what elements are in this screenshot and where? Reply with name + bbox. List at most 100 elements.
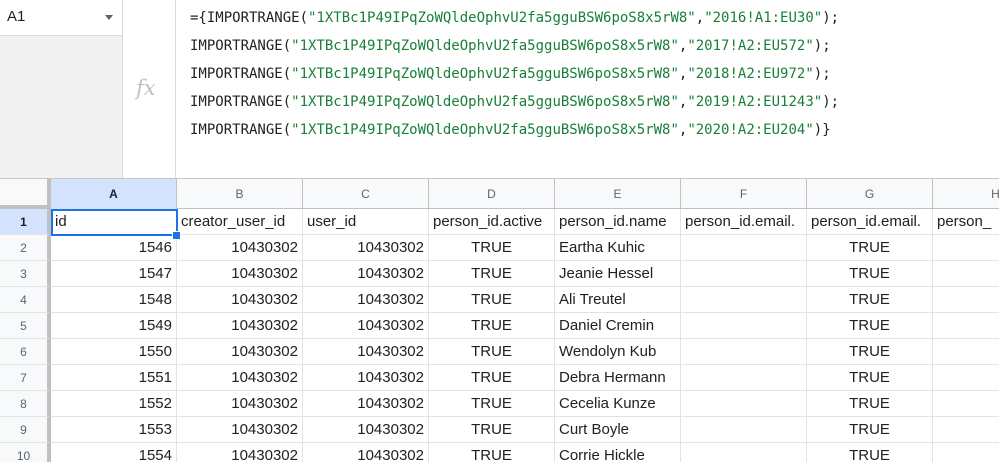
row-header-5[interactable]: 5 [0,313,51,339]
cell-d3[interactable]: TRUE [429,261,555,287]
cell-h3[interactable] [933,261,999,287]
cell-g9[interactable]: TRUE [807,417,933,443]
cell-h9[interactable] [933,417,999,443]
column-header-e[interactable]: E [555,179,681,209]
column-header-a[interactable]: A [51,179,177,209]
row-header-8[interactable]: 8 [0,391,51,417]
cell-g8[interactable]: TRUE [807,391,933,417]
column-header-f[interactable]: F [681,179,807,209]
cell-h8[interactable] [933,391,999,417]
cell-a6[interactable]: 1550 [51,339,177,365]
cell-b9[interactable]: 10430302 [177,417,303,443]
cell-a1[interactable]: id [51,209,177,235]
cell-f9[interactable] [681,417,807,443]
cell-d5[interactable]: TRUE [429,313,555,339]
cell-c7[interactable]: 10430302 [303,365,429,391]
cell-c9[interactable]: 10430302 [303,417,429,443]
cell-e4[interactable]: Ali Treutel [555,287,681,313]
row-header-6[interactable]: 6 [0,339,51,365]
column-header-d[interactable]: D [429,179,555,209]
row-header-1[interactable]: 1 [0,209,51,235]
cell-b7[interactable]: 10430302 [177,365,303,391]
cell-h10[interactable] [933,443,999,462]
name-box[interactable]: A1 [0,0,122,36]
select-all-corner[interactable] [0,179,51,209]
cell-d10[interactable]: TRUE [429,443,555,462]
cell-h1[interactable]: person_ [933,209,999,235]
cell-b4[interactable]: 10430302 [177,287,303,313]
column-header-c[interactable]: C [303,179,429,209]
cell-f2[interactable] [681,235,807,261]
cell-f3[interactable] [681,261,807,287]
spreadsheet-grid[interactable]: ABCDEFGH 1 2 3 4 5 6 7 8 9 10 id creator_user_id use… [0,179,999,462]
cell-e5[interactable]: Daniel Cremin [555,313,681,339]
cell-g7[interactable]: TRUE [807,365,933,391]
cell-h5[interactable] [933,313,999,339]
cell-c5[interactable]: 10430302 [303,313,429,339]
cell-c10[interactable]: 10430302 [303,443,429,462]
cell-h7[interactable] [933,365,999,391]
cell-b2[interactable]: 10430302 [177,235,303,261]
cell-c3[interactable]: 10430302 [303,261,429,287]
cell-b8[interactable]: 10430302 [177,391,303,417]
cell-f8[interactable] [681,391,807,417]
cell-e3[interactable]: Jeanie Hessel [555,261,681,287]
cell-f5[interactable] [681,313,807,339]
chevron-down-icon[interactable] [105,15,113,20]
cell-g1[interactable]: person_id.email. [807,209,933,235]
cell-f7[interactable] [681,365,807,391]
cell-a8[interactable]: 1552 [51,391,177,417]
cell-a4[interactable]: 1548 [51,287,177,313]
cell-h2[interactable] [933,235,999,261]
cell-b5[interactable]: 10430302 [177,313,303,339]
cell-f4[interactable] [681,287,807,313]
cell-d6[interactable]: TRUE [429,339,555,365]
column-header-b[interactable]: B [177,179,303,209]
cell-b3[interactable]: 10430302 [177,261,303,287]
cell-g2[interactable]: TRUE [807,235,933,261]
row-header-3[interactable]: 3 [0,261,51,287]
cell-f1[interactable]: person_id.email. [681,209,807,235]
fill-handle[interactable] [172,231,181,240]
cell-a7[interactable]: 1551 [51,365,177,391]
cell-e9[interactable]: Curt Boyle [555,417,681,443]
cell-d8[interactable]: TRUE [429,391,555,417]
cell-c1[interactable]: user_id [303,209,429,235]
cell-e10[interactable]: Corrie Hickle [555,443,681,462]
cell-b10[interactable]: 10430302 [177,443,303,462]
cell-c2[interactable]: 10430302 [303,235,429,261]
cell-a2[interactable]: 1546 [51,235,177,261]
cell-b6[interactable]: 10430302 [177,339,303,365]
cell-f6[interactable] [681,339,807,365]
cell-d7[interactable]: TRUE [429,365,555,391]
cell-e6[interactable]: Wendolyn Kub [555,339,681,365]
cell-c8[interactable]: 10430302 [303,391,429,417]
cell-g5[interactable]: TRUE [807,313,933,339]
cell-g6[interactable]: TRUE [807,339,933,365]
column-header-h[interactable]: H [933,179,999,209]
cell-e8[interactable]: Cecelia Kunze [555,391,681,417]
cell-g3[interactable]: TRUE [807,261,933,287]
cell-b1[interactable]: creator_user_id [177,209,303,235]
cell-d9[interactable]: TRUE [429,417,555,443]
formula-input[interactable]: ={IMPORTRANGE("1XTBc1P49IPqZoWQldeOphvU2… [190,6,990,146]
cell-e1[interactable]: person_id.name [555,209,681,235]
cell-a9[interactable]: 1553 [51,417,177,443]
cell-d1[interactable]: person_id.active [429,209,555,235]
cell-c6[interactable]: 10430302 [303,339,429,365]
row-header-9[interactable]: 9 [0,417,51,443]
cell-a5[interactable]: 1549 [51,313,177,339]
cell-g10[interactable]: TRUE [807,443,933,462]
row-header-4[interactable]: 4 [0,287,51,313]
cell-a3[interactable]: 1547 [51,261,177,287]
cell-g4[interactable]: TRUE [807,287,933,313]
row-header-10[interactable]: 10 [0,443,51,462]
row-header-2[interactable]: 2 [0,235,51,261]
cell-d2[interactable]: TRUE [429,235,555,261]
cell-d4[interactable]: TRUE [429,287,555,313]
cell-h6[interactable] [933,339,999,365]
cell-e2[interactable]: Eartha Kuhic [555,235,681,261]
cell-h4[interactable] [933,287,999,313]
cell-f10[interactable] [681,443,807,462]
cell-c4[interactable]: 10430302 [303,287,429,313]
